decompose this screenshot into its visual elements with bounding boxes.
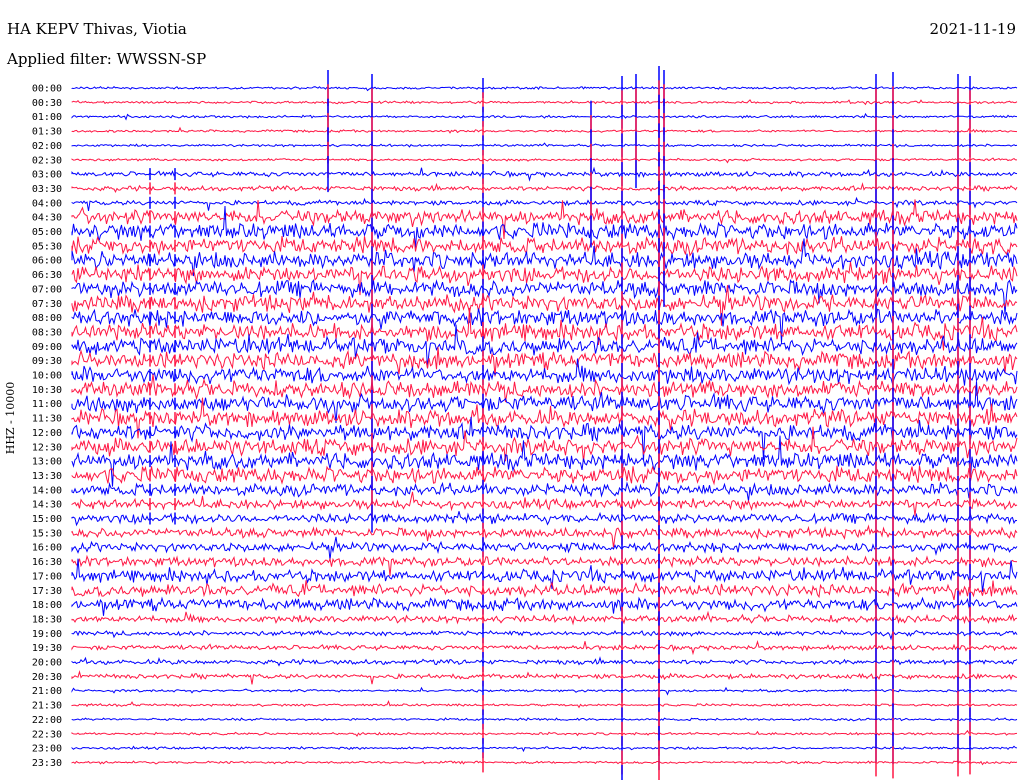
time-labels: 00:00 00:30 01:00 01:30 02:00 02:30 03:00 03:30… — [32, 84, 62, 769]
row-label: 09:00 — [32, 342, 62, 353]
row-label: 08:30 — [32, 327, 62, 338]
row-label: 22:30 — [32, 729, 62, 740]
row-label: 04:00 — [32, 198, 62, 209]
row-label: 18:00 — [32, 600, 62, 611]
row-label: 19:30 — [32, 643, 62, 654]
row-label: 08:00 — [32, 313, 62, 324]
row-label: 15:00 — [32, 514, 62, 525]
row-label: 12:00 — [32, 428, 62, 439]
row-label: 03:30 — [32, 184, 62, 195]
row-label: 02:30 — [32, 155, 62, 166]
row-label: 21:30 — [32, 701, 62, 712]
row-label: 09:30 — [32, 356, 62, 367]
row-label: 14:30 — [32, 500, 62, 511]
row-label: 10:00 — [32, 371, 62, 382]
helicorder-plot: 00:00 00:30 01:00 01:30 02:00 02:30 03:00 03:30… — [32, 66, 1018, 780]
row-label: 00:00 — [32, 84, 62, 95]
row-label: 16:00 — [32, 543, 62, 554]
row-label: 19:00 — [32, 629, 62, 640]
row-label: 06:30 — [32, 270, 62, 281]
row-label: 14:00 — [32, 485, 62, 496]
row-label: 12:30 — [32, 442, 62, 453]
row-label: 01:00 — [32, 112, 62, 123]
row-label: 13:00 — [32, 457, 62, 468]
row-label: 00:30 — [32, 98, 62, 109]
row-label: 13:30 — [32, 471, 62, 482]
row-label: 05:00 — [32, 227, 62, 238]
row-label: 07:30 — [32, 299, 62, 310]
row-label: 23:00 — [32, 744, 62, 755]
row-label: 15:30 — [32, 528, 62, 539]
row-label: 22:00 — [32, 715, 62, 726]
row-label: 20:00 — [32, 658, 62, 669]
row-label: 01:30 — [32, 127, 62, 138]
trace-group — [71, 66, 1018, 780]
row-label: 16:30 — [32, 557, 62, 568]
row-label: 17:00 — [32, 571, 62, 582]
row-label: 06:00 — [32, 256, 62, 267]
row-label: 10:30 — [32, 385, 62, 396]
row-label: 02:00 — [32, 141, 62, 152]
row-label: 05:30 — [32, 241, 62, 252]
row-label: 23:30 — [32, 758, 62, 769]
row-label: 20:30 — [32, 672, 62, 683]
row-label: 21:00 — [32, 686, 62, 697]
row-label: 11:30 — [32, 414, 62, 425]
row-label: 04:30 — [32, 213, 62, 224]
row-label: 07:00 — [32, 284, 62, 295]
row-label: 17:30 — [32, 586, 62, 597]
row-label: 18:30 — [32, 614, 62, 625]
row-label: 03:00 — [32, 170, 62, 181]
row-label: 11:00 — [32, 399, 62, 410]
